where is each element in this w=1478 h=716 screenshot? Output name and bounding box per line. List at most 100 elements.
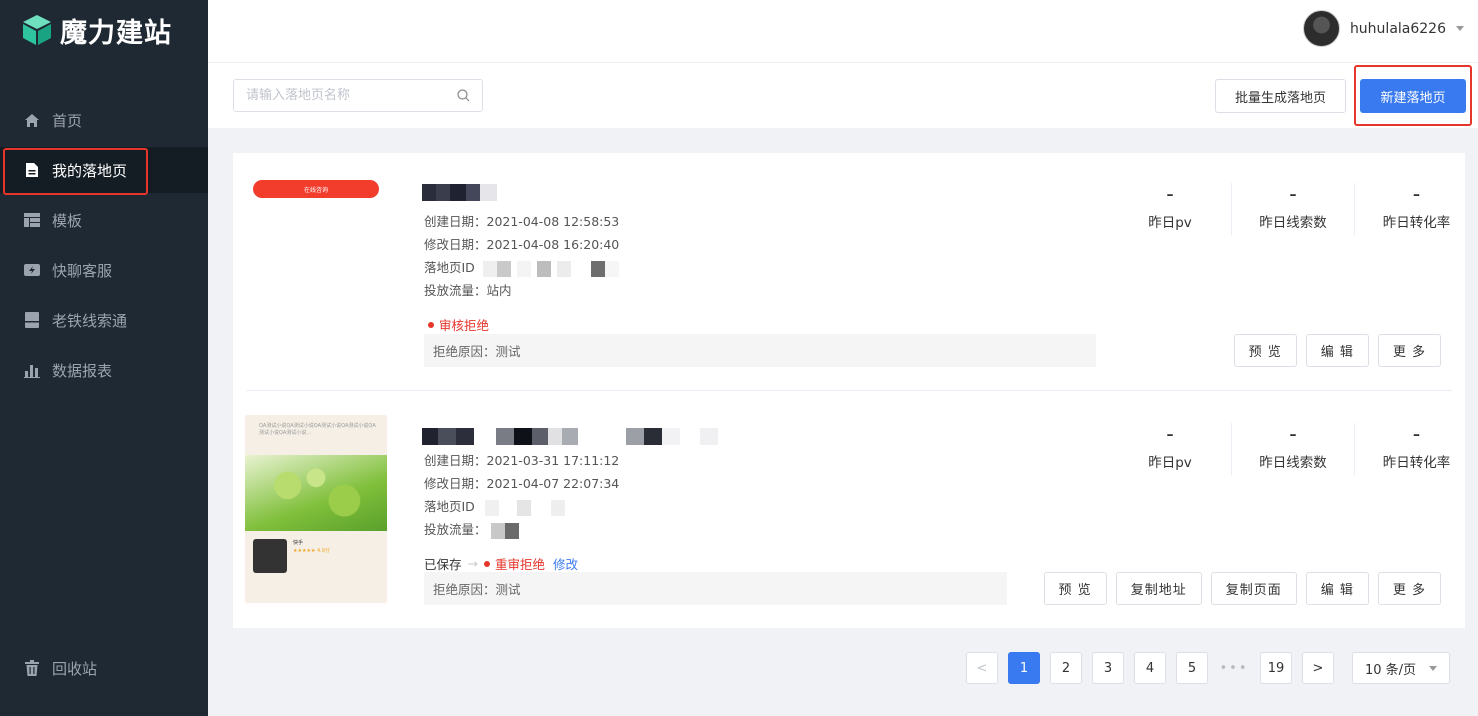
next-page-button[interactable]: > xyxy=(1302,652,1334,684)
top-header: huhulala6226 xyxy=(208,0,1478,62)
page-id-row: 落地页ID xyxy=(424,256,619,279)
page-1-button[interactable]: 1 xyxy=(1008,652,1040,684)
sidebar-item-label: 快聊客服 xyxy=(52,261,113,280)
page-stats: – 昨日pv – 昨日线索数 – 昨日转化率 xyxy=(1109,183,1465,235)
chart-icon xyxy=(24,362,40,378)
page-meta: 创建日期：2021-04-08 12:58:53 修改日期：2021-04-08… xyxy=(424,210,619,302)
modify-link[interactable]: 修改 xyxy=(553,554,578,573)
prev-page-button[interactable]: < xyxy=(966,652,998,684)
sidebar-item-label: 首页 xyxy=(52,111,83,130)
modified-date: 修改日期：2021-04-07 22:07:34 xyxy=(424,476,620,491)
edit-button[interactable]: 编 辑 xyxy=(1305,334,1369,367)
created-date: 创建日期：2021-04-08 12:58:53 xyxy=(424,214,620,229)
page-title-redacted xyxy=(422,428,718,445)
user-menu[interactable]: huhulala6226 xyxy=(1302,10,1464,47)
page-size-select[interactable]: 10 条/页 xyxy=(1352,652,1450,684)
landing-page-list: 在线咨询 创建日期：2021-04-08 12:58:53 修改日期：2021-… xyxy=(233,153,1465,628)
logo-cube-icon xyxy=(23,15,51,45)
app-info: 快手 ★★★★★ 4.9分 xyxy=(293,540,330,554)
search-input[interactable] xyxy=(246,88,457,103)
stat-pv: – 昨日pv xyxy=(1109,183,1232,235)
page-4-button[interactable]: 4 xyxy=(1134,652,1166,684)
edit-button[interactable]: 编 辑 xyxy=(1305,572,1369,605)
more-button[interactable]: 更 多 xyxy=(1377,334,1441,367)
username: huhulala6226 xyxy=(1349,20,1446,37)
pagination: < 1 2 3 4 5 ••• 19 > 10 条/页 xyxy=(966,652,1450,684)
page-id-row: 落地页ID xyxy=(424,495,619,518)
last-page-button[interactable]: 19 xyxy=(1260,652,1292,684)
document-icon xyxy=(24,162,40,178)
ellipsis[interactable]: ••• xyxy=(1218,661,1250,676)
trash-icon xyxy=(24,660,40,676)
chevron-down-icon xyxy=(1456,26,1464,31)
home-icon xyxy=(24,112,40,128)
status-dot-icon xyxy=(484,560,490,567)
page-stats: – 昨日pv – 昨日线索数 – 昨日转化率 xyxy=(1109,423,1465,475)
toolbar: 批量生成落地页 新建落地页 xyxy=(208,62,1478,128)
search-box[interactable] xyxy=(233,79,483,112)
stat-conversion: – 昨日转化率 xyxy=(1382,427,1451,471)
sidebar-item-label: 老铁线索通 xyxy=(52,311,128,330)
created-date: 创建日期：2021-03-31 17:11:12 xyxy=(424,453,620,468)
sidebar-item-label: 数据报表 xyxy=(52,361,113,380)
chat-icon xyxy=(24,262,40,278)
page-meta: 创建日期：2021-03-31 17:11:12 修改日期：2021-04-07… xyxy=(424,449,619,541)
sidebar-item-templates[interactable]: 模板 xyxy=(0,197,208,243)
traffic: 投放流量： xyxy=(424,522,487,537)
thumbnail-image xyxy=(245,455,387,531)
sidebar-item-label: 我的落地页 xyxy=(52,161,128,180)
copy-page-button[interactable]: 复制页面 xyxy=(1210,572,1297,605)
page-id-label: 落地页ID xyxy=(424,499,475,514)
new-page-button[interactable]: 新建落地页 xyxy=(1360,79,1466,113)
avatar[interactable] xyxy=(1302,10,1340,47)
template-icon xyxy=(24,212,40,228)
page-thumbnail[interactable]: QA测试小说QA测试小说QA测试小说QA测试小说QA测试小说QA测试小说... … xyxy=(245,415,387,603)
page-size-value: 10 条/页 xyxy=(1365,662,1417,678)
page-actions: 预 览 编 辑 更 多 xyxy=(1233,334,1441,367)
stat-conversion: – 昨日转化率 xyxy=(1382,187,1451,231)
sidebar-item-label: 回收站 xyxy=(52,659,98,678)
sidebar: 魔力建站 首页 我的落地页 模板 快聊客服 老铁线索通 数据报表 回收站 xyxy=(0,0,208,716)
arrow-right-icon: → xyxy=(467,556,478,571)
page-title-redacted xyxy=(422,184,497,201)
preview-button[interactable]: 预 览 xyxy=(1233,334,1297,367)
logo[interactable]: 魔力建站 xyxy=(20,10,172,50)
stat-pv: – 昨日pv xyxy=(1109,423,1232,475)
chevron-down-icon xyxy=(1429,665,1437,671)
preview-button[interactable]: 预 览 xyxy=(1043,572,1107,605)
logo-text: 魔力建站 xyxy=(60,17,172,49)
traffic: 投放流量：站内 xyxy=(424,283,512,298)
status-badge: 审核拒绝 xyxy=(428,315,489,334)
page-3-button[interactable]: 3 xyxy=(1092,652,1124,684)
status-row: 已保存 → 重审拒绝 修改 xyxy=(424,554,578,573)
page-5-button[interactable]: 5 xyxy=(1176,652,1208,684)
sidebar-item-trash[interactable]: 回收站 xyxy=(0,645,208,691)
page-thumbnail[interactable]: 在线咨询 xyxy=(253,180,379,198)
more-button[interactable]: 更 多 xyxy=(1377,572,1441,605)
modified-date: 修改日期：2021-04-08 16:20:40 xyxy=(424,237,620,252)
sidebar-item-my-pages[interactable]: 我的落地页 xyxy=(0,147,208,193)
clue-icon xyxy=(24,312,40,328)
traffic-row: 投放流量： xyxy=(424,518,619,541)
thumbnail-label: 在线咨询 xyxy=(303,186,328,194)
page-id-label: 落地页ID xyxy=(424,260,475,275)
sidebar-item-reports[interactable]: 数据报表 xyxy=(0,347,208,393)
saved-text: 已保存 xyxy=(424,557,462,572)
sidebar-item-clue[interactable]: 老铁线索通 xyxy=(0,297,208,343)
page-2-button[interactable]: 2 xyxy=(1050,652,1082,684)
stat-leads: – 昨日线索数 xyxy=(1232,183,1355,235)
sidebar-item-chat[interactable]: 快聊客服 xyxy=(0,247,208,293)
app-icon xyxy=(253,539,287,573)
reject-reason: 拒绝原因：测试 xyxy=(424,334,1096,367)
sidebar-item-home[interactable]: 首页 xyxy=(0,97,208,143)
stat-leads: – 昨日线索数 xyxy=(1232,423,1355,475)
search-icon[interactable] xyxy=(457,89,470,102)
status-text: 审核拒绝 xyxy=(439,318,490,333)
status-dot-icon xyxy=(428,321,434,328)
thumbnail-app-card: 快手 ★★★★★ 4.9分 xyxy=(245,531,387,581)
batch-create-button[interactable]: 批量生成落地页 xyxy=(1215,79,1346,113)
reject-reason: 拒绝原因：测试 xyxy=(424,572,1007,605)
page-actions: 预 览 复制地址 复制页面 编 辑 更 多 xyxy=(1043,572,1441,605)
copy-url-button[interactable]: 复制地址 xyxy=(1115,572,1202,605)
status-text: 重审拒绝 xyxy=(495,557,546,572)
